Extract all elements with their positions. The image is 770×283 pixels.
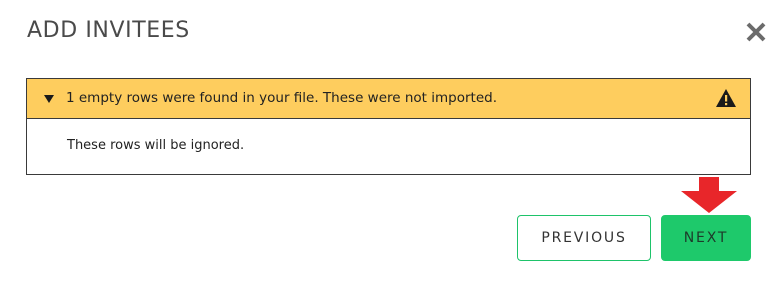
caret-down-icon[interactable] <box>42 91 56 105</box>
red-arrow-down-icon <box>681 177 737 213</box>
notice-details: These rows will be ignored. <box>67 138 245 153</box>
notice-message: 1 empty rows were found in your file. Th… <box>66 90 498 106</box>
next-button[interactable]: NEXT <box>661 215 751 261</box>
import-notice-panel: 1 empty rows were found in your file. Th… <box>26 78 751 175</box>
notice-header[interactable]: 1 empty rows were found in your file. Th… <box>27 79 750 119</box>
warning-icon <box>715 88 737 108</box>
close-icon[interactable] <box>744 20 768 44</box>
previous-button[interactable]: PREVIOUS <box>517 215 651 261</box>
add-invitees-dialog: ADD INVITEES 1 empty rows were found in … <box>0 0 770 283</box>
dialog-title: ADD INVITEES <box>27 18 190 43</box>
